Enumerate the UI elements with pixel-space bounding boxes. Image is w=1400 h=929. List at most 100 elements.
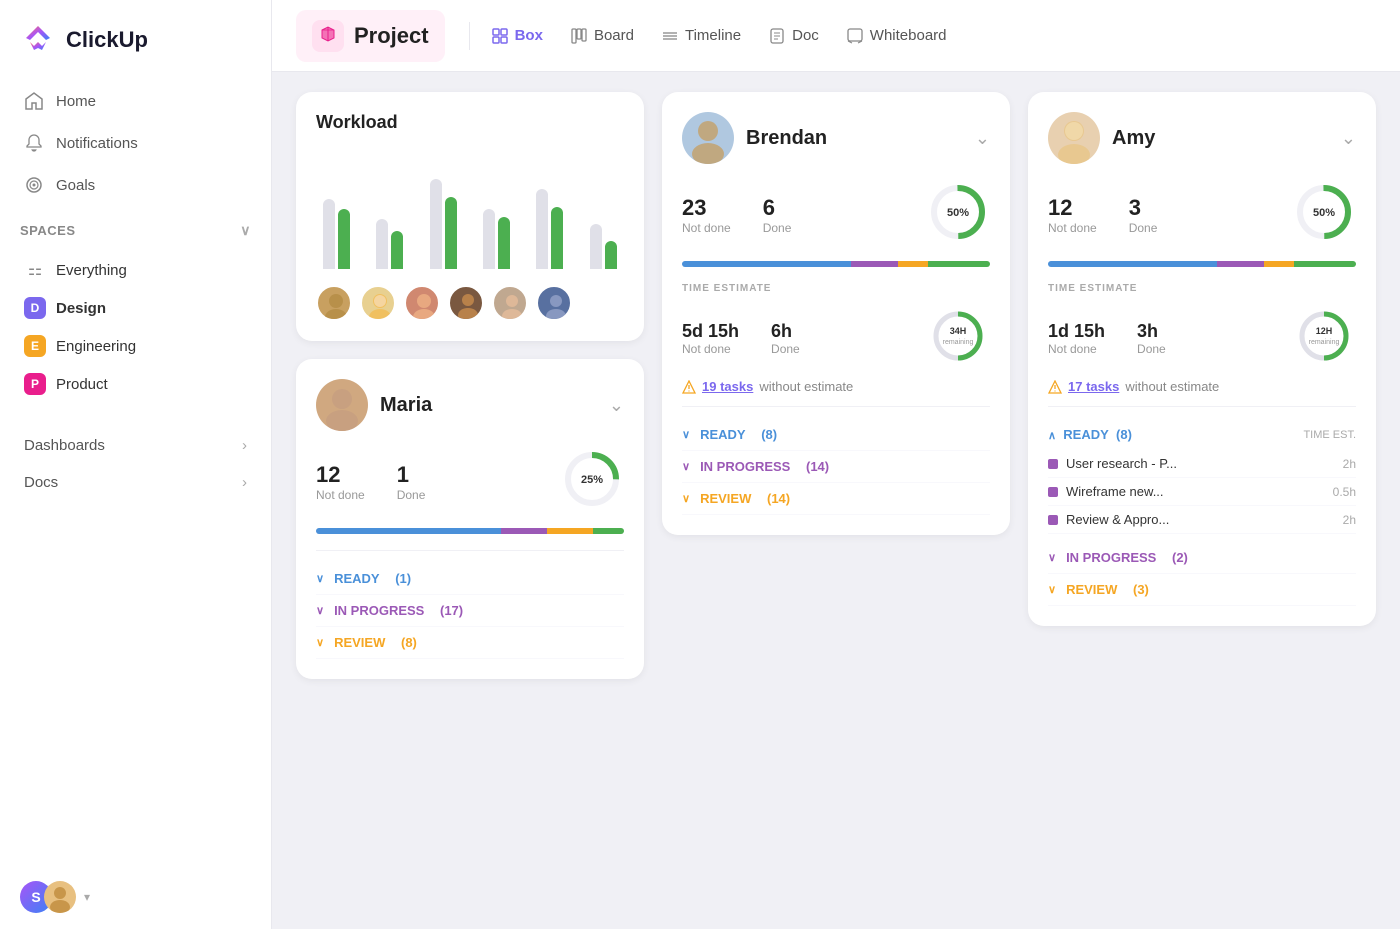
brendan-remaining-label: remaining: [943, 339, 974, 346]
amy-header: Amy ⌄: [1048, 112, 1356, 164]
column-2: Brendan ⌄ 23 Not done 6 Done: [662, 92, 1010, 535]
amy-time-est-label: TIME EST.: [1303, 429, 1356, 441]
maria-done-label: Done: [397, 488, 426, 502]
amy-status-ready-header[interactable]: ∧ READY (8) TIME EST.: [1048, 419, 1356, 450]
sidebar-item-engineering-label: Engineering: [56, 338, 136, 355]
amy-not-done-stat: 12 Not done: [1048, 195, 1097, 235]
task-1-time: 2h: [1343, 457, 1356, 471]
brendan-done-val: 6: [763, 195, 792, 221]
workload-title: Workload: [316, 112, 624, 133]
avatar-2[interactable]: [360, 285, 396, 321]
sidebar-nav: Home Notifications Goals: [0, 80, 271, 206]
sidebar-item-docs[interactable]: Docs ›: [12, 464, 259, 501]
spaces-chevron-icon[interactable]: ∨: [240, 222, 251, 239]
amy-warning-count[interactable]: 17 tasks: [1068, 379, 1119, 394]
brendan-status-ready[interactable]: ∨ READY (8): [682, 419, 990, 451]
task-2-dot: [1048, 487, 1058, 497]
brendan-not-done-stat: 23 Not done: [682, 195, 731, 235]
maria-chevron-icon[interactable]: ⌄: [609, 395, 624, 416]
avatar-1[interactable]: [316, 285, 352, 321]
brendan-stats: 23 Not done 6 Done 50%: [682, 180, 990, 249]
task-2-name: Wireframe new...: [1066, 484, 1325, 499]
avatar-4[interactable]: [448, 285, 484, 321]
brendan-statuses: ∨ READY (8) ∨ IN PROGRESS (14) ∨ REVIEW …: [682, 406, 990, 515]
sidebar-item-engineering[interactable]: E Engineering: [12, 327, 259, 365]
avatar-5[interactable]: [492, 285, 528, 321]
column-1: Workload: [296, 92, 644, 679]
task-3-time: 2h: [1343, 513, 1356, 527]
brendan-prog-yellow: [898, 261, 929, 267]
bar-wrap-6: [590, 169, 617, 269]
brendan-chevron-icon[interactable]: ⌄: [975, 128, 990, 149]
brendan-done-label: Done: [763, 221, 792, 235]
view-board-button[interactable]: Board: [557, 19, 648, 52]
bar-gray-3: [430, 179, 442, 269]
sidebar-item-home-label: Home: [56, 93, 96, 110]
amy-prog-blue: [1048, 261, 1217, 267]
task-row-3[interactable]: Review & Appro... 2h: [1048, 506, 1356, 534]
sidebar-item-notifications[interactable]: Notifications: [12, 122, 259, 164]
nav-separator: [469, 22, 470, 50]
sidebar-item-product[interactable]: P Product: [12, 365, 259, 403]
sidebar-item-goals[interactable]: Goals: [12, 164, 259, 206]
amy-prog-purple: [1217, 261, 1263, 267]
bar-group-6: [583, 169, 624, 269]
brendan-time-not-done: 5d 15h Not done: [682, 321, 739, 356]
workload-chart: [316, 149, 624, 269]
view-doc-button[interactable]: Doc: [755, 19, 833, 52]
bar-green-1: [338, 209, 350, 269]
bar-wrap-5: [536, 169, 563, 269]
bar-wrap-1: [323, 169, 350, 269]
sidebar-item-dashboards[interactable]: Dashboards ›: [12, 427, 259, 464]
maria-donut: 25%: [560, 447, 624, 516]
bar-gray-6: [590, 224, 602, 269]
amy-status-in-progress[interactable]: ∨ IN PROGRESS (2): [1048, 542, 1356, 574]
warning-icon: [682, 380, 696, 394]
clickup-logo-icon: [20, 22, 56, 58]
view-box-button[interactable]: Box: [478, 19, 557, 52]
user-dropdown-icon[interactable]: ▾: [84, 890, 90, 904]
logo-text: ClickUp: [66, 27, 148, 53]
brendan-remaining-donut: 34H remaining: [926, 304, 990, 373]
avatar-3[interactable]: [404, 285, 440, 321]
maria-percent-text: 25%: [581, 474, 603, 486]
view-whiteboard-button[interactable]: Whiteboard: [833, 19, 961, 52]
amy-warning-text: without estimate: [1125, 379, 1219, 394]
amy-avatar: [1048, 112, 1100, 164]
avatar-6[interactable]: [536, 285, 572, 321]
maria-status-ready[interactable]: ∨ READY (1): [316, 563, 624, 595]
brendan-status-review[interactable]: ∨ REVIEW (14): [682, 483, 990, 515]
user-avatars[interactable]: S: [20, 881, 76, 913]
sidebar-item-design[interactable]: D Design: [12, 289, 259, 327]
amy-status-review[interactable]: ∨ REVIEW (3): [1048, 574, 1356, 606]
maria-status-review[interactable]: ∨ REVIEW (8): [316, 627, 624, 659]
amy-chevron-icon[interactable]: ⌄: [1341, 128, 1356, 149]
brendan-status-in-progress[interactable]: ∨ IN PROGRESS (14): [682, 451, 990, 483]
amy-time-not-done: 1d 15h Not done: [1048, 321, 1105, 356]
brendan-time-row: 5d 15h Not done 6h Done 34H remaining: [682, 304, 990, 373]
maria-status-in-progress[interactable]: ∨ IN PROGRESS (17): [316, 595, 624, 627]
sidebar-item-everything[interactable]: ⚏ Everything: [12, 251, 259, 289]
progress-blue: [316, 528, 501, 534]
brendan-prog-purple: [851, 261, 897, 267]
amy-prog-yellow: [1264, 261, 1295, 267]
bar-gray-5: [536, 189, 548, 269]
project-button[interactable]: Project: [296, 10, 445, 62]
amy-remaining-text: 12H: [1316, 326, 1333, 336]
logo: ClickUp: [0, 0, 271, 80]
home-icon: [24, 91, 44, 111]
task-row-2[interactable]: Wireframe new... 0.5h: [1048, 478, 1356, 506]
task-2-time: 0.5h: [1333, 485, 1356, 499]
task-row-1[interactable]: User research - P... 2h: [1048, 450, 1356, 478]
progress-purple: [501, 528, 547, 534]
amy-remaining-label: remaining: [1309, 339, 1340, 346]
docs-chevron-icon: ›: [242, 474, 247, 491]
amy-warning: 17 tasks without estimate: [1048, 379, 1356, 394]
brendan-card: Brendan ⌄ 23 Not done 6 Done: [662, 92, 1010, 535]
bell-icon: [24, 133, 44, 153]
amy-ready-chevron-icon: ∧: [1048, 430, 1056, 442]
view-timeline-button[interactable]: Timeline: [648, 19, 755, 52]
amy-stats: 12 Not done 3 Done 50%: [1048, 180, 1356, 249]
sidebar-item-home[interactable]: Home: [12, 80, 259, 122]
brendan-warning-count[interactable]: 19 tasks: [702, 379, 753, 394]
